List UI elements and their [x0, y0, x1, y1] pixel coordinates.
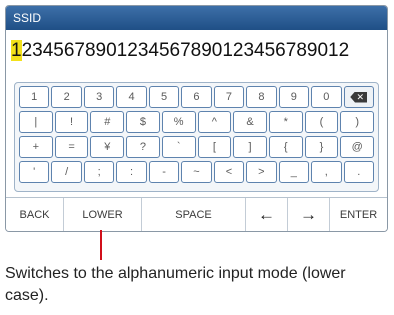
- lower-button[interactable]: LOWER: [64, 198, 142, 231]
- key[interactable]: 8: [246, 86, 277, 108]
- back-button[interactable]: BACK: [6, 198, 64, 231]
- key[interactable]: ]: [233, 136, 267, 158]
- key[interactable]: *: [268, 111, 303, 133]
- key[interactable]: 2: [51, 86, 82, 108]
- input-text: 2345678901234567890123456789012: [21, 40, 350, 61]
- key[interactable]: |: [19, 111, 53, 133]
- key[interactable]: 0: [311, 86, 342, 108]
- callout-line: [100, 230, 102, 260]
- title-bar: SSID: [6, 6, 387, 30]
- key[interactable]: ^: [197, 111, 232, 133]
- key[interactable]: ;: [83, 161, 115, 183]
- cursor-right-button[interactable]: →: [288, 198, 330, 231]
- cursor-left-button[interactable]: ←: [246, 198, 288, 231]
- key[interactable]: `: [161, 136, 196, 158]
- key-row-4: ' / ; : - ~ < > _ , .: [19, 161, 374, 183]
- cursor-character: 1: [11, 40, 22, 61]
- key[interactable]: 4: [116, 86, 147, 108]
- key[interactable]: 5: [148, 86, 180, 108]
- key[interactable]: ?: [126, 136, 160, 158]
- key[interactable]: /: [51, 161, 82, 183]
- key[interactable]: +: [19, 136, 53, 158]
- key[interactable]: >: [246, 161, 277, 183]
- key[interactable]: }: [304, 136, 339, 158]
- enter-button[interactable]: ENTER: [330, 198, 387, 231]
- caption-text: Switches to the alphanumeric input mode …: [5, 265, 346, 304]
- key[interactable]: {: [268, 136, 303, 158]
- key[interactable]: &: [233, 111, 267, 133]
- ssid-input-field[interactable]: 12345678901234567890123456789012: [11, 39, 382, 63]
- key-row-1: 1 2 3 4 5 6 7 8 9 0 ✕: [19, 86, 374, 108]
- ssid-input-screen: SSID 12345678901234567890123456789012 1 …: [5, 5, 388, 232]
- key[interactable]: ,: [311, 161, 342, 183]
- space-button[interactable]: SPACE: [142, 198, 246, 231]
- key[interactable]: $: [126, 111, 160, 133]
- key[interactable]: #: [90, 111, 125, 133]
- key[interactable]: ': [19, 161, 50, 183]
- key[interactable]: ¥: [90, 136, 125, 158]
- key[interactable]: 1: [19, 86, 50, 108]
- key[interactable]: =: [54, 136, 89, 158]
- screen-title: SSID: [13, 11, 42, 25]
- key[interactable]: .: [343, 161, 374, 183]
- key[interactable]: 7: [213, 86, 245, 108]
- key[interactable]: -: [148, 161, 180, 183]
- backspace-icon: ✕: [350, 91, 368, 103]
- key[interactable]: %: [161, 111, 196, 133]
- key[interactable]: @: [340, 136, 375, 158]
- keyboard: 1 2 3 4 5 6 7 8 9 0 ✕ | ! # $ % ^ & * ( …: [14, 82, 379, 192]
- key-row-3: + = ¥ ? ` [ ] { } @: [19, 136, 375, 158]
- key[interactable]: :: [116, 161, 147, 183]
- key[interactable]: (: [304, 111, 339, 133]
- key[interactable]: ~: [181, 161, 212, 183]
- arrow-right-icon: →: [300, 204, 317, 224]
- backspace-key[interactable]: ✕: [343, 86, 374, 108]
- key[interactable]: _: [278, 161, 310, 183]
- key[interactable]: !: [54, 111, 89, 133]
- key[interactable]: 3: [83, 86, 115, 108]
- key-row-2: | ! # $ % ^ & * ( ): [19, 111, 375, 133]
- key[interactable]: [: [197, 136, 232, 158]
- arrow-left-icon: ←: [258, 204, 275, 224]
- bottom-toolbar: BACK LOWER SPACE ← → ENTER: [6, 197, 387, 231]
- key[interactable]: <: [213, 161, 245, 183]
- key[interactable]: 6: [181, 86, 212, 108]
- key[interactable]: ): [340, 111, 375, 133]
- key[interactable]: 9: [278, 86, 310, 108]
